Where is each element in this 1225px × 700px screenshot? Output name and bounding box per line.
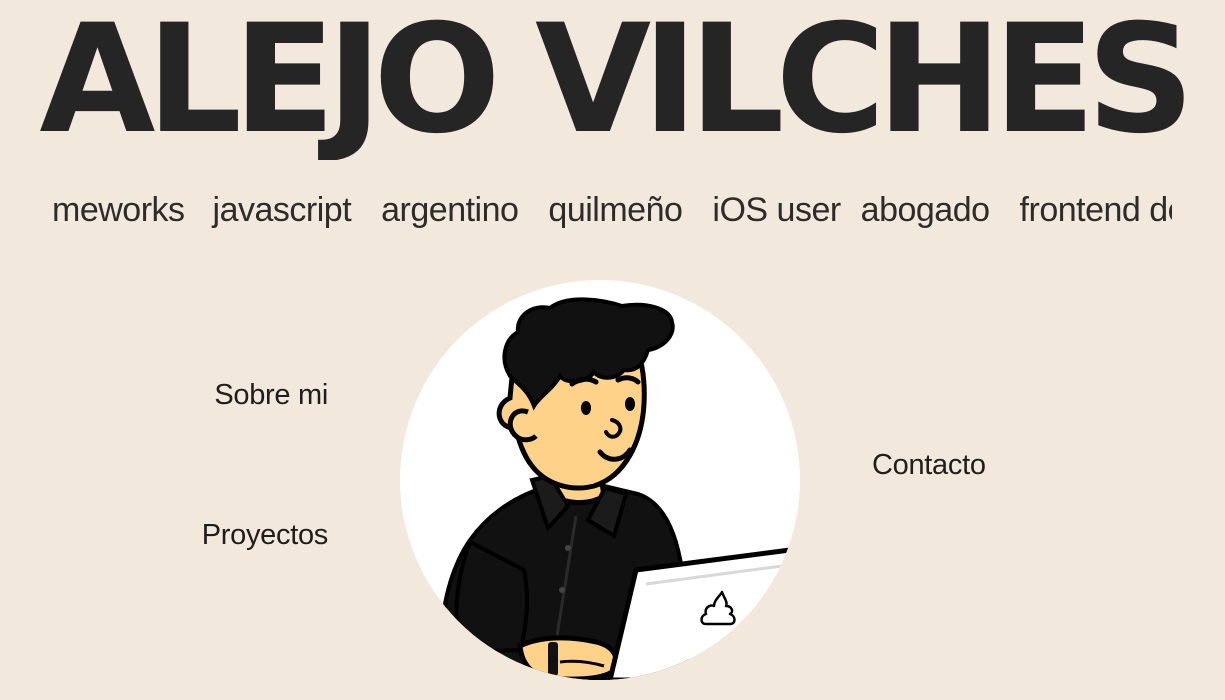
marquee-item: argentino (381, 191, 519, 229)
marquee-item: iOS user (712, 191, 841, 229)
marquee-track: meworks javascript argentino quilmeño iOS us… (22, 186, 1172, 234)
marquee-item: meworks (52, 191, 185, 229)
nav-link-about[interactable]: Sobre mi (214, 377, 328, 413)
page-title: ALEJO VILCHES (39, 0, 1194, 160)
developer-illustration (437, 297, 800, 680)
tagline-marquee: meworks javascript argentino quilmeño iOS us… (22, 186, 1172, 234)
marquee-item: abogado (860, 191, 990, 229)
marquee-item: frontend develo (1019, 191, 1172, 229)
nav-link-contact[interactable]: Contacto (872, 447, 986, 483)
hand (517, 635, 619, 680)
nav-link-projects[interactable]: Proyectos (202, 517, 329, 553)
marquee-item: javascript (212, 191, 352, 229)
avatar (400, 280, 800, 680)
marquee-item: quilmeño (548, 191, 683, 229)
